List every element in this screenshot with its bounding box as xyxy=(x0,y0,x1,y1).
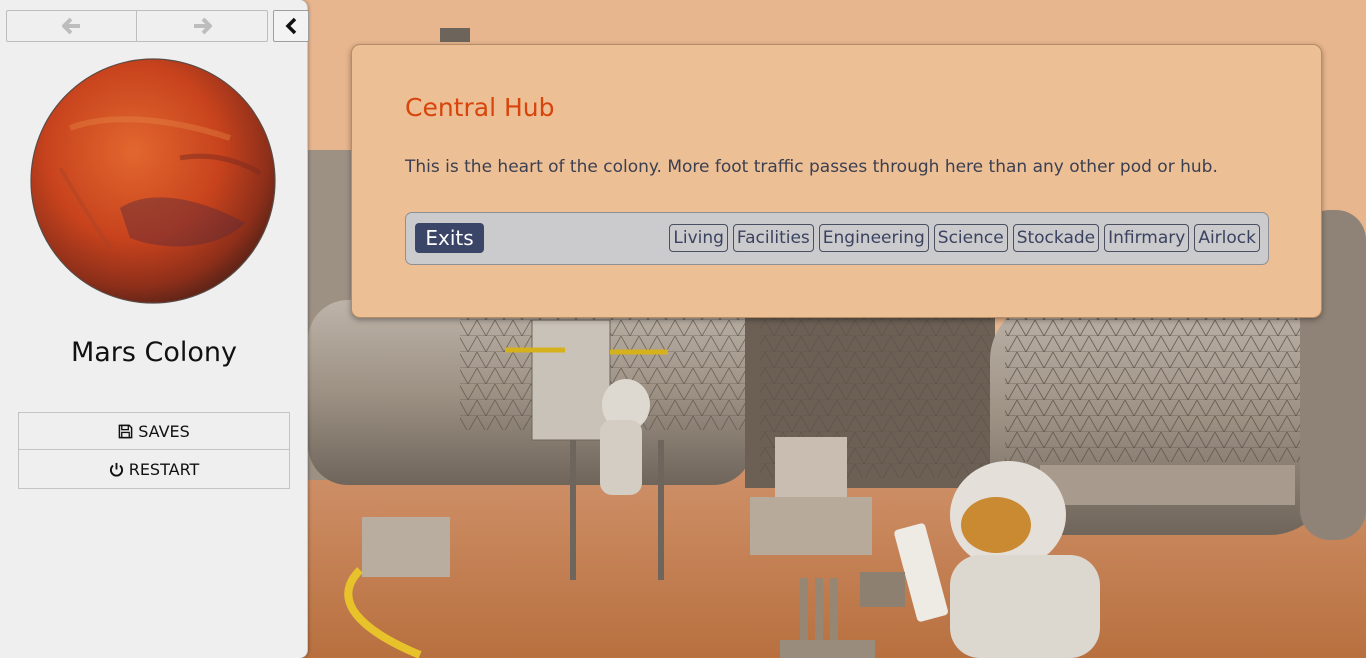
passage-title: Central Hub xyxy=(405,93,555,122)
floppy-disk-icon xyxy=(118,424,133,438)
saves-label: SAVES xyxy=(138,421,190,441)
exits-bar: Exits Living Facilities Engineering Scie… xyxy=(405,212,1269,265)
exit-link-engineering[interactable]: Engineering xyxy=(818,224,929,252)
exit-link-science[interactable]: Science xyxy=(933,224,1008,252)
story-title: Mars Colony xyxy=(70,337,238,368)
ui-sidebar: Mars Colony SAVES RESTART xyxy=(0,0,309,658)
exit-link-stockade[interactable]: Stockade xyxy=(1012,224,1100,252)
history-back-button[interactable] xyxy=(6,10,137,42)
saves-button[interactable]: SAVES xyxy=(18,412,290,450)
exit-link-airlock[interactable]: Airlock xyxy=(1194,224,1260,252)
exit-link-living[interactable]: Living xyxy=(669,224,728,252)
passage-panel: Central Hub This is the heart of the col… xyxy=(351,44,1322,318)
sidebar-toggle-button[interactable] xyxy=(273,10,309,42)
power-icon xyxy=(109,462,123,476)
exit-link-infirmary[interactable]: Infirmary xyxy=(1104,224,1190,252)
exit-link-facilities[interactable]: Facilities xyxy=(732,224,814,252)
passage-description: This is the heart of the colony. More fo… xyxy=(405,157,1218,177)
exit-links: Living Facilities Engineering Science St… xyxy=(669,224,1260,252)
restart-button[interactable]: RESTART xyxy=(18,450,290,489)
arrow-left-icon xyxy=(61,17,80,35)
chevron-left-icon xyxy=(285,17,297,35)
arrow-right-icon xyxy=(194,17,212,35)
restart-label: RESTART xyxy=(128,459,200,479)
mars-planet-image xyxy=(30,58,276,304)
history-forward-button[interactable] xyxy=(136,10,268,42)
exits-label: Exits xyxy=(415,223,484,253)
